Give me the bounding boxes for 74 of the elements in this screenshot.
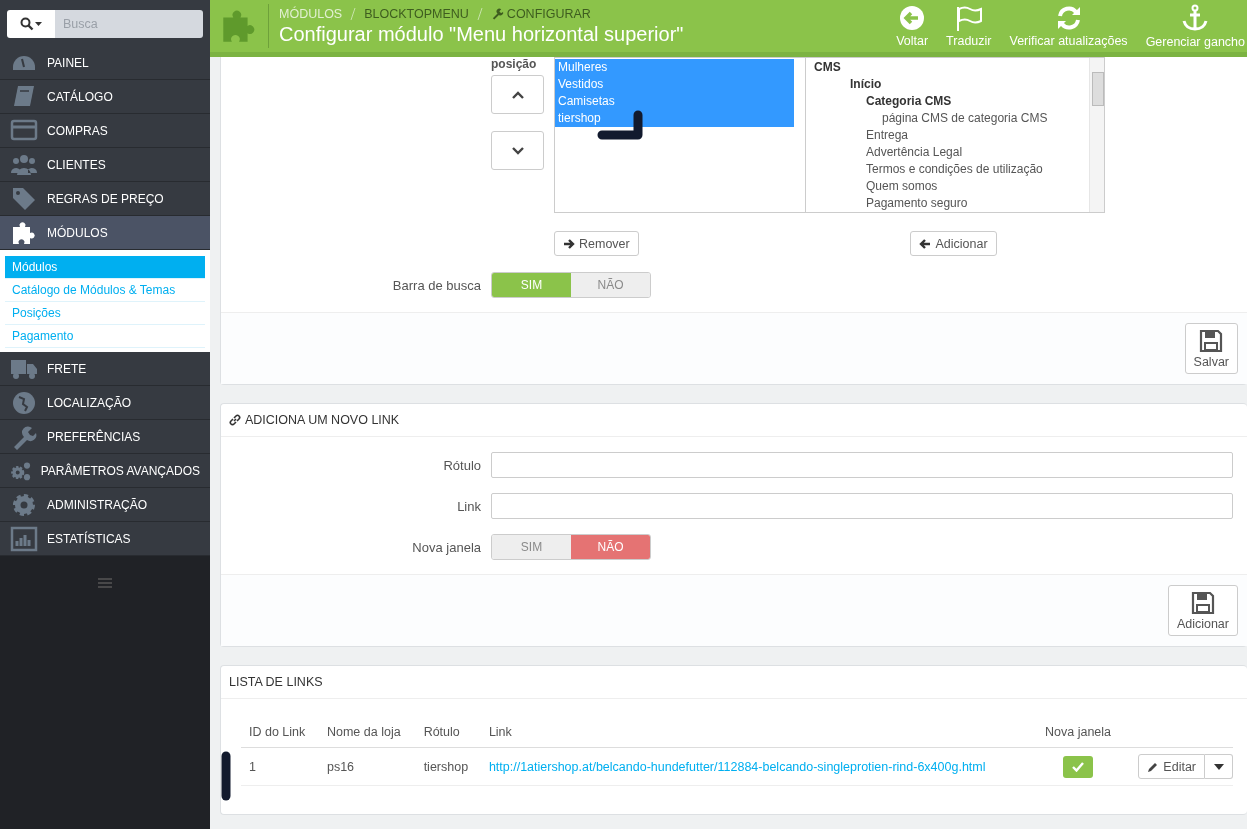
remove-button[interactable]: Remover [554,231,639,256]
field-label: Nova janela [411,539,481,555]
input-field[interactable] [491,493,1233,519]
edit-button[interactable]: Editar [1138,754,1205,779]
sidebar-item[interactable]: ESTATÍSTICAS [0,522,210,556]
breadcrumb-item[interactable]: CONFIGURAR [490,6,591,21]
column-header: ID do Link [241,717,319,748]
sidebar-item[interactable]: REGRAS DE PREÇO [0,182,210,216]
scrollbar[interactable] [1089,58,1104,212]
column-header: Nova janela [1033,717,1123,748]
tree-option[interactable]: Entrega [814,127,909,144]
save-icon [1190,590,1215,615]
sidebar-item[interactable]: FRETE [0,352,210,386]
search-icon [20,17,42,31]
breadcrumb-item[interactable]: BLOCKTOPMENU [364,6,469,21]
column-header: Rótulo [415,717,481,748]
chevron-down-icon [511,146,524,155]
move-up-button[interactable] [491,75,544,114]
column-header: Nome da loja [318,717,416,748]
add-button[interactable]: Adicionar [910,231,997,256]
input-field[interactable] [491,452,1233,478]
refresh-icon [1055,4,1082,31]
sidebar-item[interactable]: CATÁLOGO [0,80,210,114]
panel-title: ADICIONA UM NOVO LINK [245,413,400,427]
save-button[interactable]: Salvar [1184,323,1238,374]
tree-option[interactable]: Categoria CMS [814,93,952,110]
panel-title: LISTA DE LINKS [229,675,323,689]
marker-stroke [221,751,231,801]
check-icon [1072,761,1084,772]
table-cell: tiershop [415,747,481,786]
sidebar-item[interactable]: PAINEL [0,46,210,80]
slash-icon [350,7,357,20]
slash-icon [476,7,483,20]
column-header: Link [480,717,1034,748]
tree-option[interactable]: página CMS de categoria CMS [814,110,1048,127]
wrench-icon [490,7,504,20]
save-icon [1199,328,1224,353]
field-label: posição [491,57,538,71]
field-label: Rótulo [442,457,481,473]
flag-icon [954,4,983,31]
bar-chart-icon [10,524,38,553]
search-field[interactable]: Busca [55,10,203,38]
arrow-left-icon [919,237,932,250]
table-cell: ps16 [318,747,416,786]
tree-option[interactable]: Início [814,76,882,93]
sidebar-item[interactable]: ADMINISTRAÇÃO [0,488,210,522]
tree-option[interactable]: CMS [814,59,841,76]
sidebar-item[interactable]: PARÂMETROS AVANÇADOS [0,454,210,488]
table-cell: 1 [241,747,319,786]
toggle-button[interactable] [1063,755,1093,778]
sidebar-item[interactable]: COMPRAS [0,114,210,148]
menu-icon[interactable] [98,578,112,588]
link-icon [229,414,241,426]
add-button[interactable]: Adicionar [1167,585,1238,636]
tree-option[interactable]: Pagamento seguro [814,195,968,212]
available-items-list[interactable]: CMS Início Categoria CMS página CMS de categoria CMS Entrega Advertência Legal Termos e condições de utilização Quem somos Pagamento seguro [806,58,1104,212]
tree-option[interactable]: Termos e condições de utilização [814,161,1043,178]
field-label: Barra de busca [391,277,481,293]
chevron-up-icon [511,90,524,99]
pencil-icon [1147,760,1160,773]
sidebar-item[interactable]: LOCALIZAÇÃO [0,386,210,420]
anchor-icon [1181,3,1210,32]
field-label: Link [456,498,481,514]
tree-option[interactable]: Advertência Legal [814,144,963,161]
search-button[interactable] [7,10,55,38]
sidebar-item[interactable]: CLIENTES [0,148,210,182]
tree-option[interactable]: Quem somos [814,178,938,195]
dropdown-button[interactable] [1205,754,1233,779]
page-title: Configurar módulo "Menu horizontal superior" [279,22,685,46]
sidebar-item[interactable]: MÓDULOS [0,216,210,250]
caret-icon [1213,763,1224,770]
sidebar-item[interactable]: PREFERÊNCIAS [0,420,210,454]
arrow-right-icon [563,237,575,250]
move-down-button[interactable] [491,131,544,170]
